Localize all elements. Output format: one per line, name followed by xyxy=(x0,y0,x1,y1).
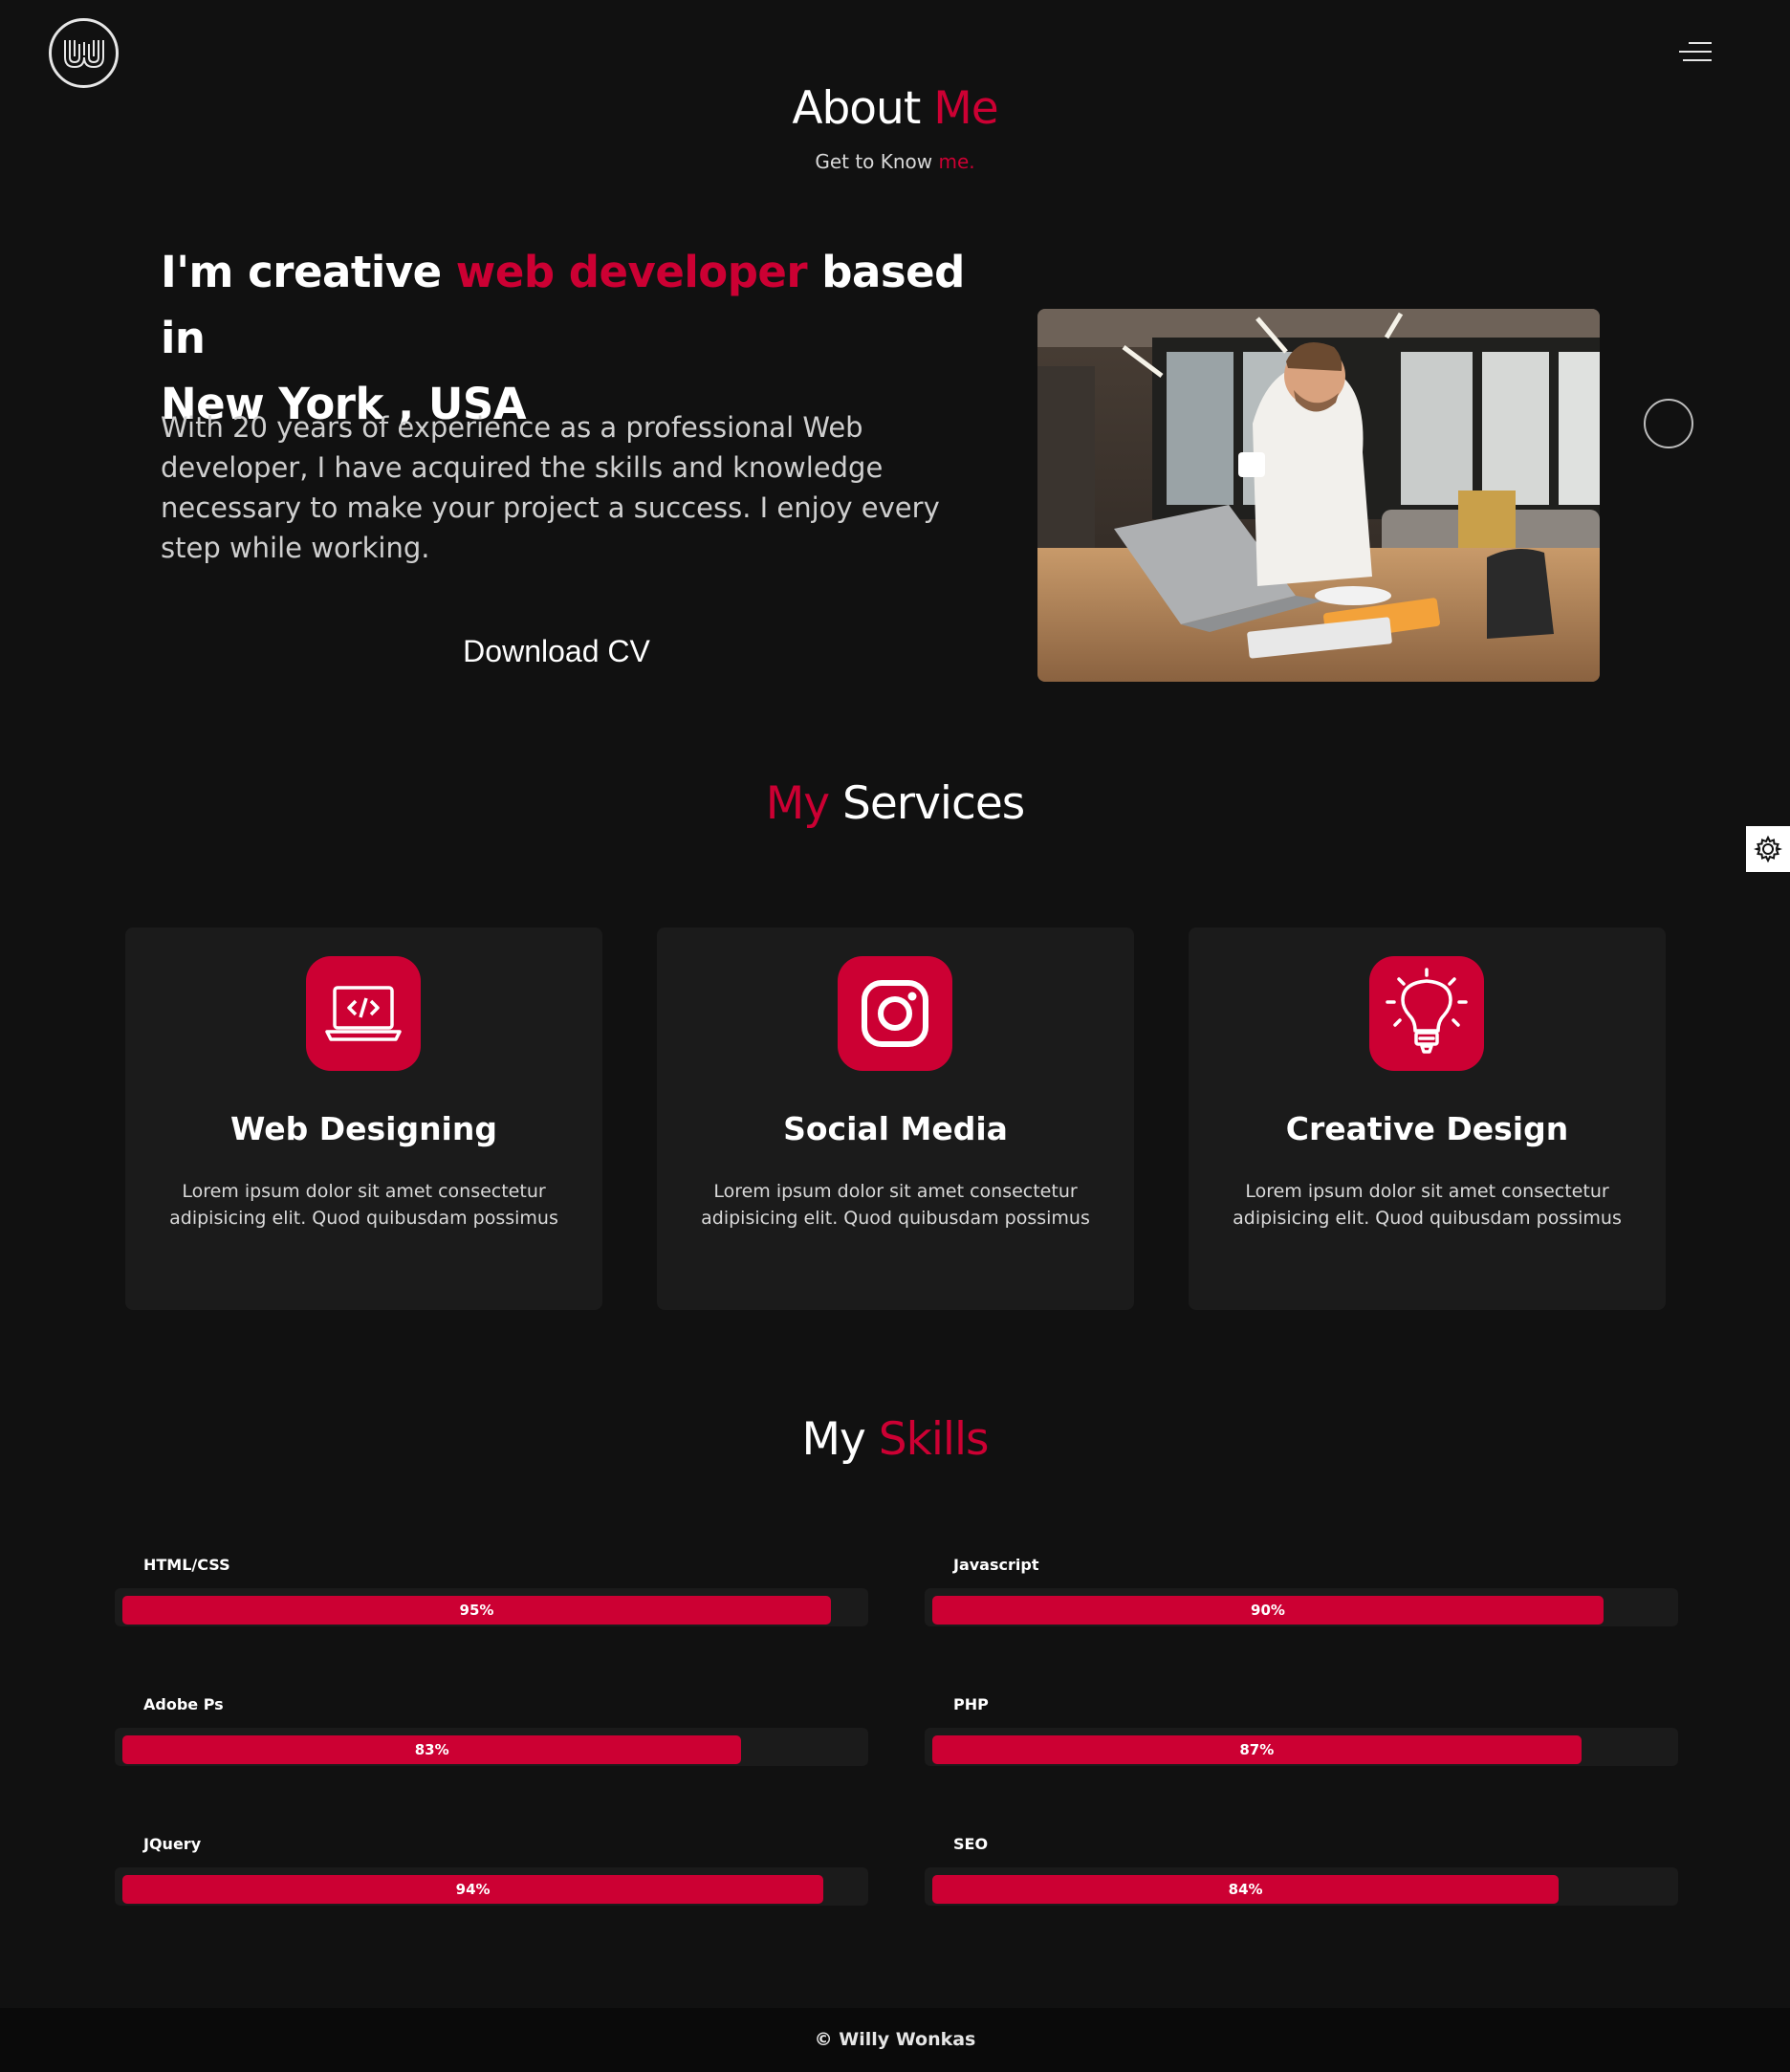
hamburger-menu-icon xyxy=(1679,42,1712,61)
skill-progress-bar: 87% xyxy=(932,1735,1582,1764)
skill-progress-bar: 90% xyxy=(932,1596,1604,1625)
footer-copyright: © Willy Wonkas xyxy=(814,2029,976,2050)
service-name: Social Media xyxy=(783,1110,1008,1147)
skill-name: Adobe Ps xyxy=(143,1695,224,1713)
lightbulb-icon xyxy=(1369,956,1484,1071)
service-description: Lorem ipsum dolor sit amet consectetur a… xyxy=(1233,1181,1622,1229)
laptop-code-icon xyxy=(306,956,421,1071)
footer: © Willy Wonkas xyxy=(0,2008,1790,2072)
skill-name: PHP xyxy=(953,1695,989,1713)
skill-track: 95% xyxy=(115,1588,868,1626)
skill-percent: 87% xyxy=(1239,1741,1275,1758)
skill-track: 84% xyxy=(925,1867,1678,1906)
service-description: Lorem ipsum dolor sit amet consectetur a… xyxy=(169,1181,558,1229)
skill-percent: 90% xyxy=(1251,1602,1285,1619)
skill-percent: 83% xyxy=(414,1741,449,1758)
skill-track: 83% xyxy=(115,1728,868,1766)
service-card-web-designing: Web Designing Lorem ipsum dolor sit amet… xyxy=(125,927,602,1310)
scroll-circle-button[interactable] xyxy=(1644,399,1693,448)
skill-progress-bar: 94% xyxy=(122,1875,824,1904)
about-subtitle-accent: me. xyxy=(938,150,975,173)
service-name: Creative Design xyxy=(1285,1110,1569,1147)
theme-settings-button[interactable] xyxy=(1746,826,1790,872)
skill-name: Javascript xyxy=(953,1556,1039,1574)
w-logo-icon xyxy=(63,39,104,68)
download-cv-button[interactable]: Download CV xyxy=(411,627,702,675)
gear-icon xyxy=(1754,835,1782,863)
skill-track: 90% xyxy=(925,1588,1678,1626)
about-title-text: About xyxy=(792,82,934,135)
skill-track: 87% xyxy=(925,1728,1678,1766)
skill-progress-bar: 83% xyxy=(122,1735,742,1764)
about-subtitle: Get to Know me. xyxy=(0,150,1790,173)
skill-track: 94% xyxy=(115,1867,868,1906)
skills-title-text: My xyxy=(801,1413,879,1466)
skill-percent: 95% xyxy=(459,1602,494,1619)
service-description: Lorem ipsum dolor sit amet consectetur a… xyxy=(701,1181,1090,1229)
skills-title: My Skills xyxy=(0,1413,1790,1466)
skill-name: JQuery xyxy=(143,1835,202,1853)
about-subtitle-text: Get to Know xyxy=(815,150,939,173)
site-logo[interactable] xyxy=(49,18,119,88)
portrait-photo xyxy=(1037,309,1600,682)
skill-name: SEO xyxy=(953,1835,989,1853)
skill-name: HTML/CSS xyxy=(143,1556,230,1574)
skill-percent: 84% xyxy=(1228,1881,1263,1898)
services-title: My Services xyxy=(0,777,1790,830)
about-lead: With 20 years of experience as a profess… xyxy=(161,411,940,564)
about-title-accent: Me xyxy=(933,82,998,135)
service-card-creative-design: Creative Design Lorem ipsum dolor sit am… xyxy=(1189,927,1666,1310)
menu-button[interactable] xyxy=(1675,40,1715,65)
skill-percent: 94% xyxy=(455,1881,491,1898)
service-card-social-media: Social Media Lorem ipsum dolor sit amet … xyxy=(657,927,1134,1310)
services-title-accent: My xyxy=(765,777,830,830)
service-name: Web Designing xyxy=(230,1110,497,1147)
headline-text-1: I'm creative xyxy=(161,247,456,297)
skill-progress-bar: 95% xyxy=(122,1596,831,1625)
instagram-icon xyxy=(838,956,952,1071)
skill-progress-bar: 84% xyxy=(932,1875,1560,1904)
skills-title-accent: Skills xyxy=(878,1413,990,1466)
services-title-text: Services xyxy=(829,777,1025,830)
about-title: About Me xyxy=(0,82,1790,135)
headline-accent: web developer xyxy=(455,247,808,297)
